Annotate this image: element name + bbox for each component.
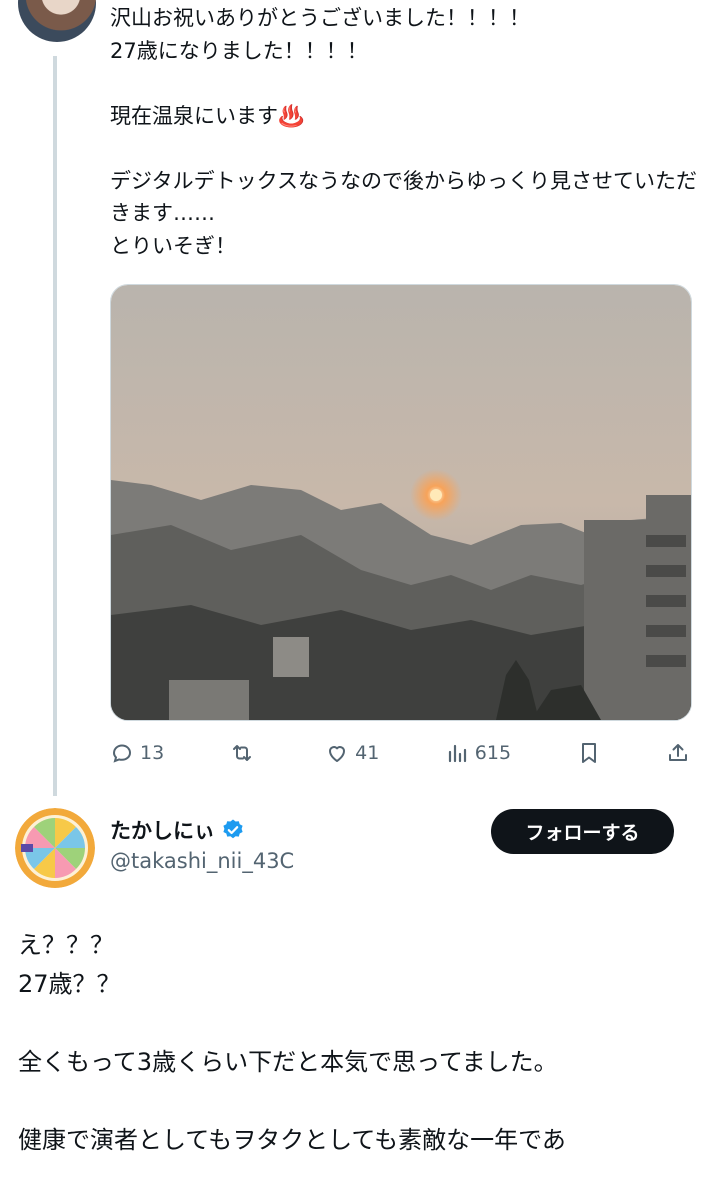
- thread-connector: [53, 56, 57, 796]
- views-button[interactable]: 615: [445, 741, 511, 765]
- reply-button[interactable]: 13: [110, 741, 164, 765]
- author-avatar[interactable]: [18, 0, 96, 42]
- reply-count: 13: [140, 742, 165, 764]
- reply-author-avatar[interactable]: [15, 808, 95, 888]
- retweet-icon: [232, 745, 251, 761]
- reply-icon: [112, 744, 132, 763]
- retweet-button[interactable]: [230, 741, 260, 765]
- sunset-mountain-image: [111, 285, 691, 720]
- like-icon: [329, 746, 346, 762]
- bookmark-button[interactable]: [577, 741, 601, 765]
- tweet-text: 沢山お祝いありがとうございました！！！！ 27歳になりました！！！！ 現在温泉に…: [110, 6, 697, 258]
- tweet-photo[interactable]: [110, 284, 692, 721]
- citrus-avatar-image: [15, 808, 95, 888]
- like-count: 41: [355, 742, 380, 764]
- like-button[interactable]: 41: [325, 741, 379, 765]
- bookmark-icon: [581, 743, 596, 763]
- views-count: 615: [474, 742, 512, 764]
- share-icon: [668, 744, 687, 761]
- reply-author-handle[interactable]: @takashi_nii_43C: [110, 849, 294, 873]
- views-icon: [448, 744, 466, 763]
- verified-badge-icon: [223, 819, 243, 839]
- tweet-actions: 13 41 615: [110, 733, 690, 773]
- share-button[interactable]: [666, 741, 690, 765]
- reply-author-name[interactable]: たかしにぃ: [110, 815, 245, 845]
- reply-text: え？？？ 27歳？？ 全くもって3歳くらい下だと本気で思ってました。 健康で演者…: [18, 931, 566, 1154]
- display-name: たかしにぃ: [110, 819, 215, 843]
- follow-button[interactable]: フォローする: [491, 809, 674, 854]
